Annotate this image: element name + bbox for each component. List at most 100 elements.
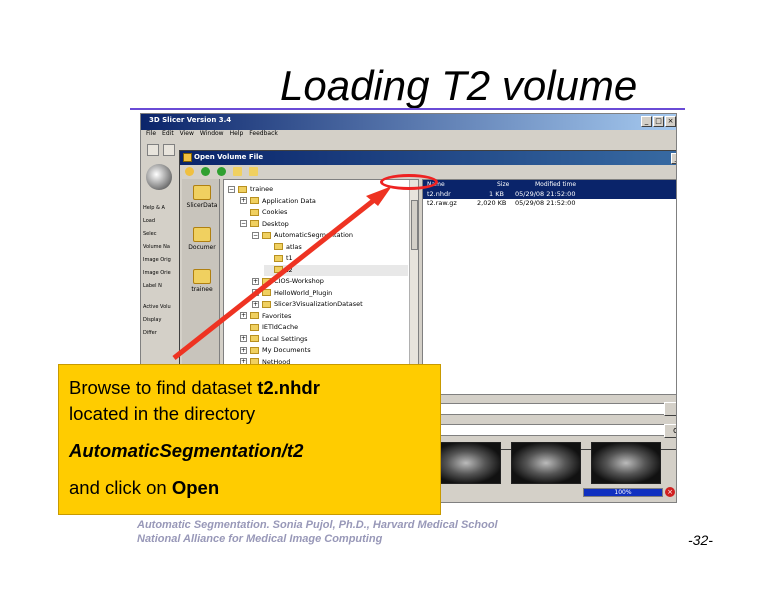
folder-icon (262, 277, 271, 285)
panel-display[interactable]: Display (143, 314, 181, 327)
panel-select[interactable]: Selec (143, 228, 181, 241)
column-modified[interactable]: Modified time (535, 181, 576, 188)
panel-help[interactable]: Help & A (143, 202, 181, 215)
collapse-icon[interactable]: − (252, 231, 259, 239)
dialog-window-controls: _ □ × (671, 153, 676, 164)
folder-icon (193, 185, 211, 200)
tree-item-label: trainee (250, 185, 274, 193)
place-label: SlicerData (186, 202, 218, 209)
tree-item[interactable]: t1 (264, 253, 293, 264)
file-size: 2,020 KB (477, 199, 507, 207)
collapse-icon[interactable]: − (240, 220, 247, 227)
place-documents[interactable]: Documer (185, 227, 219, 251)
open-button[interactable]: Open (664, 402, 676, 416)
place-trainee[interactable]: trainee (185, 269, 219, 293)
tree-item-label: t1 (286, 254, 293, 262)
dialog-minimize-button[interactable]: _ (671, 153, 676, 164)
progress-bar: 100% (583, 488, 663, 497)
forward-arrow-icon[interactable] (217, 167, 226, 176)
page-number: -32- (688, 532, 713, 548)
tree-scrollbar[interactable] (409, 180, 418, 394)
tree-item[interactable]: − AutomaticSegmentation (252, 230, 353, 241)
slice-view-green[interactable] (511, 442, 581, 484)
place-label: Documer (188, 244, 216, 251)
collapse-icon[interactable]: − (228, 185, 235, 193)
file-name: t2.raw.gz (427, 199, 457, 207)
file-name-input[interactable] (422, 403, 670, 415)
folder-icon (262, 289, 271, 296)
expand-icon[interactable]: + (252, 289, 259, 296)
menu-view[interactable]: View (180, 130, 194, 140)
menu-feedback[interactable]: Feedback (249, 130, 278, 140)
toolbar-save-icon[interactable] (163, 144, 175, 156)
file-type-select[interactable]: ▾ (422, 424, 676, 436)
back-arrow-icon[interactable] (201, 167, 210, 176)
app-window-controls: _ □ × (641, 116, 676, 127)
place-slicerdata[interactable]: SlicerData (185, 185, 219, 209)
cancel-button[interactable]: Cancel (664, 424, 676, 438)
new-folder-icon[interactable] (249, 167, 258, 176)
menu-window[interactable]: Window (200, 130, 224, 140)
tree-item[interactable]: − Desktop (240, 219, 289, 230)
place-label: trainee (191, 286, 213, 293)
panel-load[interactable]: Load (143, 215, 181, 228)
menu-help[interactable]: Help (230, 130, 244, 140)
up-folder-icon[interactable] (233, 167, 242, 176)
expand-icon[interactable]: + (240, 335, 247, 342)
slicer-logo-icon (146, 164, 172, 190)
callout-filename: t2.nhdr (257, 377, 320, 398)
toolbar-home-icon[interactable] (147, 144, 159, 156)
scroll-thumb[interactable] (411, 200, 418, 250)
slice-view-red[interactable] (431, 442, 501, 484)
menu-file[interactable]: File (146, 130, 156, 140)
tree-item[interactable]: + Local Settings (240, 334, 308, 345)
menu-edit[interactable]: Edit (162, 130, 174, 140)
tree-item[interactable]: + HelloWorld_Plugin (252, 288, 332, 299)
tree-item-label: Favorites (262, 311, 292, 320)
callout-line-2: located in the directory (69, 403, 256, 424)
close-button[interactable]: × (665, 116, 676, 127)
progress-fill: 100% (584, 489, 662, 496)
tree-item[interactable]: atlas (264, 242, 302, 253)
callout-line-1: Browse to find dataset t2.nhdr (69, 375, 430, 401)
file-size: 1 KB (489, 190, 504, 198)
tree-item[interactable]: + My Documents (240, 345, 311, 356)
file-name: t2.nhdr (427, 190, 451, 198)
file-row[interactable]: t2.nhdr 1 KB 05/29/08 21:52:00 (423, 190, 676, 199)
panel-image-orientation: Image Orie (143, 270, 171, 276)
tree-item[interactable]: + Slicer3VisualizationDataset (252, 299, 363, 310)
slice-view-yellow[interactable] (591, 442, 661, 484)
expand-icon[interactable]: + (252, 277, 259, 285)
panel-volume-name: Volume Na (143, 244, 170, 250)
title-underline (130, 108, 685, 110)
panel-differ[interactable]: Differ (143, 327, 181, 340)
favorites-star-icon[interactable] (185, 167, 194, 176)
tree-item[interactable]: − trainee (228, 184, 273, 195)
callout-text: Browse to find dataset (69, 377, 258, 398)
tree-item[interactable]: + Application Data (240, 196, 316, 207)
callout-line-4: and click on Open (69, 475, 430, 501)
folder-icon (250, 312, 259, 319)
expand-icon[interactable]: + (240, 197, 247, 204)
slide-title: Loading T2 volume (280, 62, 638, 109)
tree-item[interactable]: + Favorites (240, 311, 291, 322)
column-size[interactable]: Size (497, 181, 509, 188)
tree-item[interactable]: Cookies (240, 207, 287, 218)
file-row[interactable]: t2.raw.gz 2,020 KB 05/29/08 21:52:00 (423, 199, 676, 208)
folder-icon (274, 243, 283, 250)
expand-icon[interactable]: + (240, 346, 247, 354)
folder-icon (262, 300, 271, 308)
tree-item[interactable]: + CIOS-Workshop (252, 276, 324, 287)
expand-icon[interactable]: + (252, 300, 259, 308)
maximize-button[interactable]: □ (653, 116, 664, 127)
callout-line-3: AutomaticSegmentation/t2 (69, 438, 430, 464)
panel-label-map[interactable]: Label N (143, 280, 181, 293)
stop-icon[interactable]: × (665, 487, 675, 497)
tree-item[interactable]: IETldCache (240, 322, 298, 333)
minimize-button[interactable]: _ (641, 116, 652, 127)
panel-image-origin: Image Orig (143, 257, 171, 263)
expand-icon[interactable]: + (240, 312, 247, 319)
tree-item[interactable]: t2 (264, 264, 408, 276)
tree-item-label: My Documents (262, 346, 311, 354)
dialog-toolbar (185, 167, 258, 176)
